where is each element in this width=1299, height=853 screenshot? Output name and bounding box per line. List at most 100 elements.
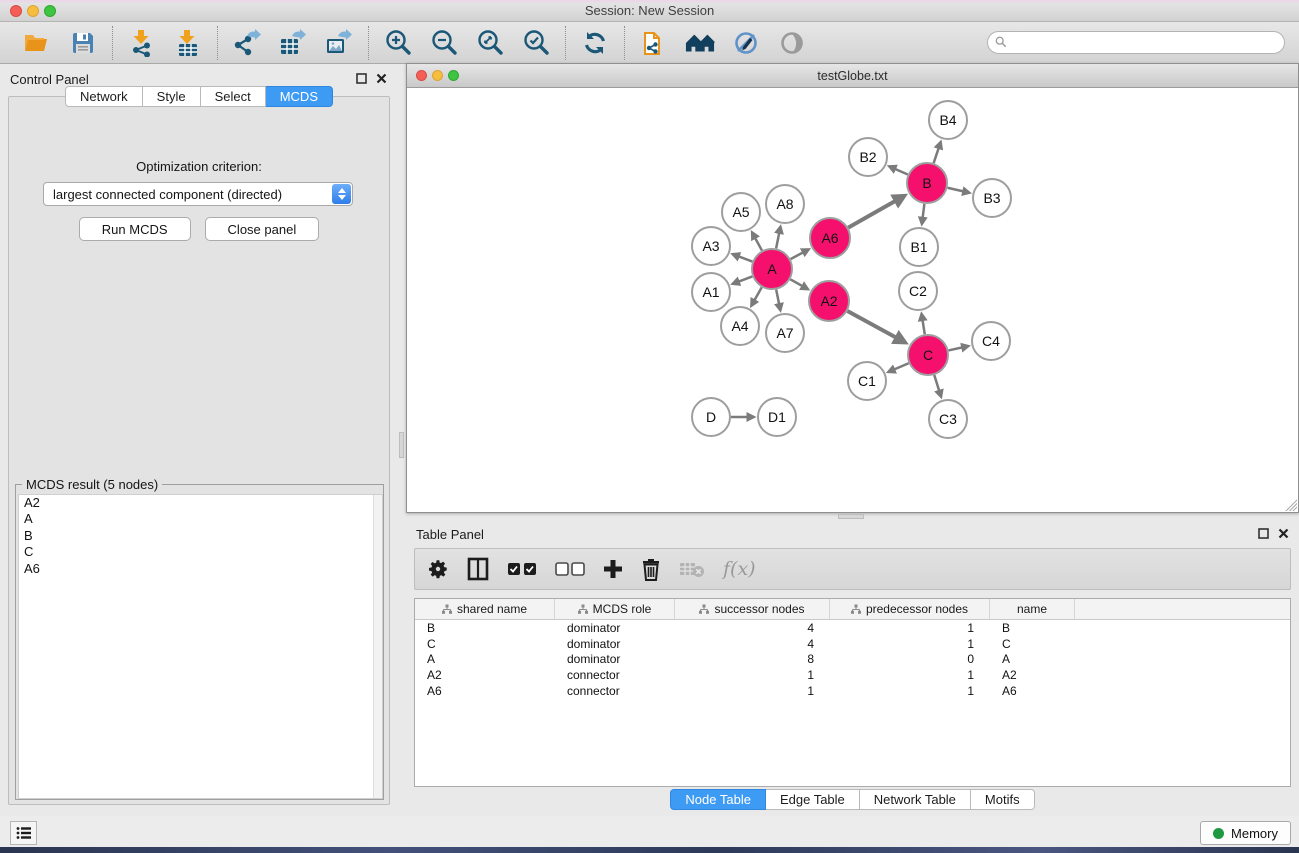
close-panel-icon[interactable] — [376, 73, 387, 84]
split-divider-grip[interactable] — [399, 432, 404, 458]
network-window-titlebar[interactable]: testGlobe.txt — [407, 64, 1298, 88]
node-C[interactable]: C — [908, 335, 948, 375]
float-panel-icon[interactable] — [356, 73, 367, 84]
import-table-icon[interactable] — [173, 28, 203, 58]
close-panel-icon[interactable] — [1278, 528, 1289, 539]
node-A[interactable]: A — [752, 249, 792, 289]
table-row[interactable]: Bdominator41B — [415, 620, 1290, 636]
export-image-icon[interactable] — [324, 28, 354, 58]
select-all-columns-icon[interactable] — [507, 562, 537, 576]
tab-network[interactable]: Network — [65, 86, 143, 107]
tab-network-table[interactable]: Network Table — [860, 789, 971, 810]
network-graph[interactable]: A A1 A2 A3 A4 A5 A6 A7 A8 B B1 B2 B3 B4 C C1 C2 C3 C4 D D1 — [407, 88, 1298, 512]
node-B[interactable]: B — [907, 163, 947, 203]
scrollbar[interactable] — [373, 495, 382, 798]
node-C1[interactable]: C1 — [848, 362, 886, 400]
add-column-icon[interactable] — [603, 559, 623, 579]
export-network-icon[interactable] — [232, 28, 262, 58]
show-view-eye-icon[interactable] — [777, 28, 807, 58]
result-item[interactable]: A — [19, 511, 382, 527]
edge-A-A2[interactable] — [790, 279, 802, 286]
edge-B-B3[interactable] — [947, 188, 962, 192]
node-A6[interactable]: A6 — [810, 218, 850, 258]
network-canvas[interactable]: A A1 A2 A3 A4 A5 A6 A7 A8 B B1 B2 B3 B4 C C1 C2 C3 C4 D D1 — [407, 88, 1298, 512]
edge-A-A8[interactable] — [776, 233, 779, 248]
save-session-icon[interactable] — [68, 28, 98, 58]
edge-C-C4[interactable] — [948, 348, 961, 351]
node-A5[interactable]: A5 — [722, 193, 760, 231]
tab-style[interactable]: Style — [143, 86, 201, 107]
function-builder-icon[interactable]: f(x) — [723, 558, 756, 580]
delete-column-trash-icon[interactable] — [641, 558, 661, 581]
node-B2[interactable]: B2 — [849, 138, 887, 176]
node-A8[interactable]: A8 — [766, 185, 804, 223]
column-header-shared-name[interactable]: shared name — [415, 599, 555, 619]
search-input[interactable] — [987, 31, 1285, 54]
edge-C-C2[interactable] — [923, 321, 925, 335]
refresh-icon[interactable] — [580, 28, 610, 58]
delete-table-icon[interactable] — [679, 560, 705, 578]
tab-node-table[interactable]: Node Table — [670, 789, 766, 810]
edge-B-B4[interactable] — [934, 148, 939, 163]
edge-B-B1[interactable] — [923, 204, 925, 217]
edge-A-A6[interactable] — [791, 253, 803, 259]
zoom-in-icon[interactable] — [383, 28, 413, 58]
column-header-successor-nodes[interactable]: successor nodes — [675, 599, 830, 619]
edge-A-A4[interactable] — [755, 287, 762, 300]
export-table-icon[interactable] — [278, 28, 308, 58]
node-A7[interactable]: A7 — [766, 314, 804, 352]
node-C4[interactable]: C4 — [972, 322, 1010, 360]
table-row[interactable]: A2connector11A2 — [415, 667, 1290, 683]
edge-A-A3[interactable] — [739, 257, 752, 262]
open-session-icon[interactable] — [22, 28, 52, 58]
window-resize-grip[interactable] — [1284, 498, 1297, 511]
edge-A-A7[interactable] — [776, 290, 779, 304]
float-panel-icon[interactable] — [1258, 528, 1269, 539]
edge-C-C3[interactable] — [934, 375, 939, 390]
column-header-predecessor-nodes[interactable]: predecessor nodes — [830, 599, 990, 619]
column-header-mcds-role[interactable]: MCDS role — [555, 599, 675, 619]
zoom-selected-icon[interactable] — [521, 28, 551, 58]
tab-motifs[interactable]: Motifs — [971, 789, 1035, 810]
criterion-dropdown[interactable]: largest connected component (directed) — [43, 182, 353, 206]
mcds-result-list[interactable]: A2ABCA6 — [18, 494, 383, 799]
unselect-all-columns-icon[interactable] — [555, 562, 585, 576]
node-A1[interactable]: A1 — [692, 273, 730, 311]
table-row[interactable]: Cdominator41C — [415, 636, 1290, 652]
task-history-button[interactable] — [10, 821, 37, 845]
node-C3[interactable]: C3 — [929, 400, 967, 438]
node-A2[interactable]: A2 — [809, 281, 849, 321]
result-item[interactable]: A2 — [19, 495, 382, 511]
memory-button[interactable]: Memory — [1200, 821, 1291, 845]
import-network-icon[interactable] — [127, 28, 157, 58]
edge-A6-B[interactable] — [848, 201, 895, 227]
node-B3[interactable]: B3 — [973, 179, 1011, 217]
close-panel-button[interactable]: Close panel — [205, 217, 320, 241]
node-A3[interactable]: A3 — [692, 227, 730, 265]
new-network-from-selection-icon[interactable] — [639, 28, 669, 58]
hide-graphics-details-icon[interactable] — [731, 28, 761, 58]
result-item[interactable]: B — [19, 528, 382, 544]
node-D1[interactable]: D1 — [758, 398, 796, 436]
node-B4[interactable]: B4 — [929, 101, 967, 139]
zoom-fit-icon[interactable] — [475, 28, 505, 58]
table-options-gear-icon[interactable] — [427, 558, 449, 580]
result-item[interactable]: C — [19, 544, 382, 560]
edge-A2-C[interactable] — [847, 311, 895, 337]
result-item[interactable]: A6 — [19, 561, 382, 577]
run-mcds-button[interactable]: Run MCDS — [79, 217, 191, 241]
tab-mcds[interactable]: MCDS — [266, 86, 333, 107]
node-D[interactable]: D — [692, 398, 730, 436]
node-B1[interactable]: B1 — [900, 228, 938, 266]
zoom-out-icon[interactable] — [429, 28, 459, 58]
node-C2[interactable]: C2 — [899, 272, 937, 310]
show-column-icon[interactable] — [467, 557, 489, 581]
table-row[interactable]: A6connector11A6 — [415, 683, 1290, 699]
node-A4[interactable]: A4 — [721, 307, 759, 345]
tab-edge-table[interactable]: Edge Table — [766, 789, 860, 810]
tab-select[interactable]: Select — [201, 86, 266, 107]
edge-B-B2[interactable] — [895, 169, 907, 174]
table-row[interactable]: Adominator80A — [415, 652, 1290, 668]
edge-A-A1[interactable] — [739, 276, 752, 281]
node-table[interactable]: shared nameMCDS rolesuccessor nodesprede… — [414, 598, 1291, 787]
